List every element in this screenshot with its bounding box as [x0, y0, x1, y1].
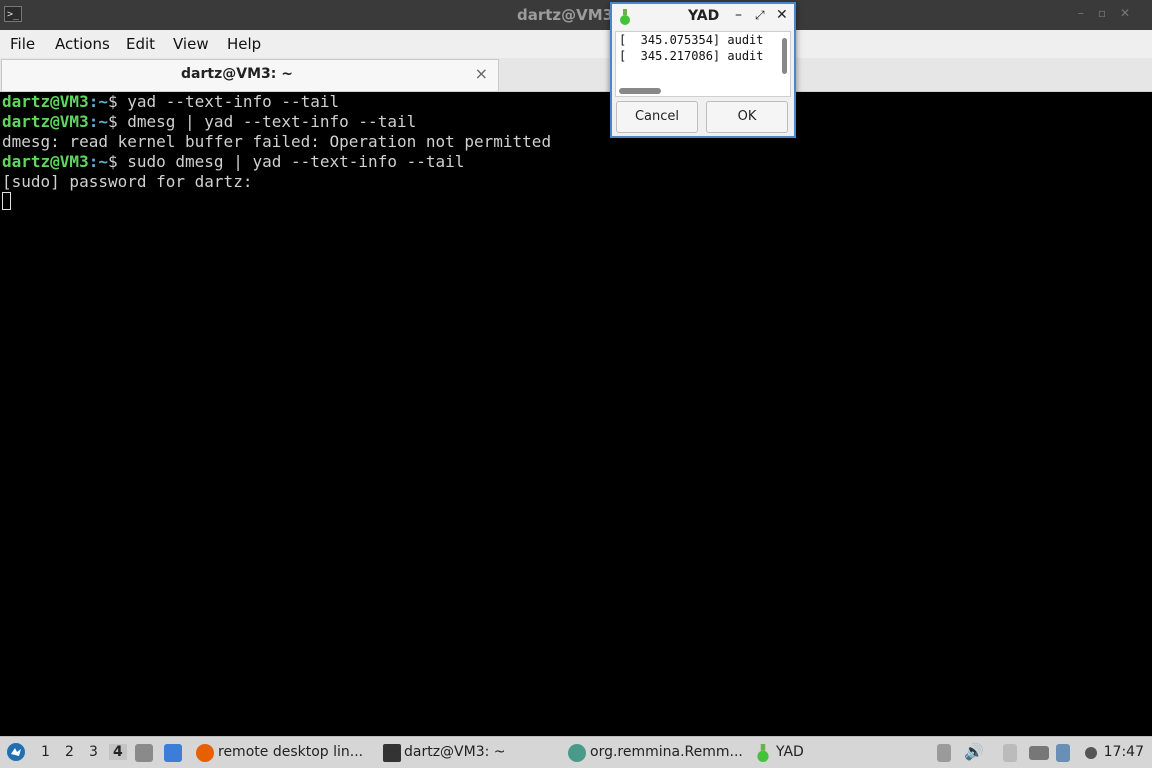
command-text: $ dmesg | yad --text-info --tail — [107, 112, 417, 131]
clock[interactable]: 17:47 — [1104, 744, 1144, 760]
terminal-line: dartz@VM3:~$ dmesg | yad --text-info --t… — [2, 112, 416, 132]
prompt-path: :~ — [88, 92, 108, 111]
prompt-user: dartz@VM3 — [2, 152, 89, 171]
terminal-line: dmesg: read kernel buffer failed: Operat… — [2, 132, 552, 151]
tab-strip: dartz@VM3: ~ × — [0, 58, 1152, 92]
updates-icon[interactable] — [937, 744, 951, 762]
menu-help[interactable]: Help — [227, 35, 261, 53]
task-yad[interactable]: YAD — [776, 744, 804, 760]
flask-icon — [757, 744, 769, 762]
volume-icon[interactable]: 🔊 — [964, 742, 984, 761]
menu-file[interactable]: File — [10, 35, 35, 53]
yad-titlebar[interactable]: YAD – ⤢ ✕ — [612, 4, 794, 30]
remmina-icon — [568, 744, 586, 762]
workspace-2[interactable]: 2 — [65, 744, 74, 760]
firefox-icon — [196, 744, 214, 762]
menu-edit[interactable]: Edit — [126, 35, 155, 53]
task-remmina[interactable]: org.remmina.Remm... — [590, 744, 743, 760]
tab-close-icon[interactable]: × — [475, 64, 488, 83]
text-line: [ 345.217086] audit — [619, 49, 764, 63]
terminal-titlebar[interactable]: >_ dartz@VM3 –▫✕ — [0, 0, 1152, 30]
text-line: [ 345.075354] audit — [619, 33, 764, 47]
terminal-line: dartz@VM3:~$ sudo dmesg | yad --text-inf… — [2, 152, 464, 172]
command-text: $ sudo dmesg | yad --text-info --tail — [107, 152, 465, 171]
yad-dialog: YAD – ⤢ ✕ [ 345.075354] audit [ 345.2170… — [610, 2, 796, 138]
task-firefox[interactable]: remote desktop lin... — [218, 744, 363, 760]
window-title: dartz@VM3 — [517, 6, 614, 24]
tab-label: dartz@VM3: ~ — [181, 66, 293, 82]
network-icon[interactable] — [1029, 746, 1049, 760]
prompt-user: dartz@VM3 — [2, 92, 89, 111]
menu-actions[interactable]: Actions — [55, 35, 110, 53]
cancel-button[interactable]: Cancel — [616, 101, 698, 133]
flask-icon — [620, 9, 630, 25]
file-manager-icon[interactable] — [135, 744, 153, 762]
prompt-path: :~ — [88, 152, 108, 171]
workspace-1[interactable]: 1 — [41, 744, 50, 760]
yad-text-view[interactable]: [ 345.075354] audit [ 345.217086] audit — [615, 31, 791, 97]
notification-icon[interactable] — [1056, 744, 1070, 762]
ok-button[interactable]: OK — [706, 101, 788, 133]
close-icon[interactable]: ✕ — [776, 7, 788, 23]
maximize-icon[interactable]: ⤢ — [755, 8, 765, 23]
horizontal-scrollbar[interactable] — [619, 88, 661, 94]
menu-bar: File Actions Edit View Help — [0, 30, 1152, 58]
terminal-icon — [383, 744, 401, 762]
terminal-app-icon: >_ — [4, 6, 22, 22]
workspace-3[interactable]: 3 — [89, 744, 98, 760]
power-icon[interactable] — [1085, 747, 1097, 759]
vertical-scrollbar[interactable] — [782, 38, 787, 74]
show-desktop-icon[interactable] — [164, 744, 182, 762]
menu-view[interactable]: View — [173, 35, 209, 53]
clipboard-icon[interactable] — [1003, 744, 1017, 762]
taskbar: 1 2 3 4 remote desktop lin... dartz@VM3:… — [0, 736, 1152, 768]
task-terminal[interactable]: dartz@VM3: ~ — [404, 744, 506, 760]
terminal-tab[interactable]: dartz@VM3: ~ × — [1, 59, 499, 91]
workspace-4[interactable]: 4 — [109, 744, 127, 760]
yad-title: YAD — [688, 8, 720, 24]
terminal-line: dartz@VM3:~$ yad --text-info --tail — [2, 92, 339, 112]
start-menu-icon[interactable] — [6, 742, 26, 762]
minimize-icon[interactable]: – — [735, 7, 742, 23]
window-controls[interactable]: –▫✕ — [1078, 6, 1144, 20]
terminal-line: [sudo] password for dartz: — [2, 172, 253, 191]
terminal-cursor — [2, 192, 11, 210]
command-text: $ yad --text-info --tail — [107, 92, 340, 111]
prompt-path: :~ — [88, 112, 108, 131]
terminal-output[interactable]: dartz@VM3:~$ yad --text-info --tail dart… — [0, 92, 1152, 734]
prompt-user: dartz@VM3 — [2, 112, 89, 131]
